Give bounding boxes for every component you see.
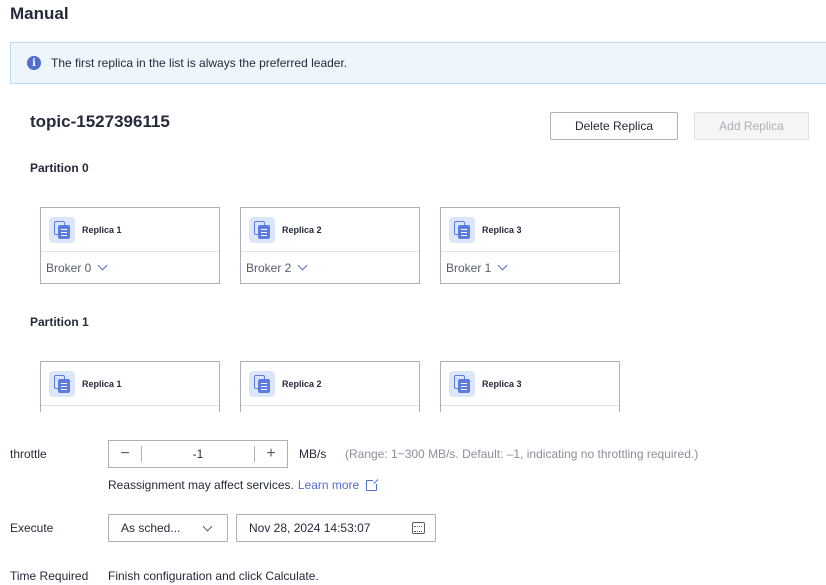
- decrement-button[interactable]: −: [109, 441, 141, 467]
- throttle-unit: MB/s: [299, 447, 327, 461]
- replica-title: Replica 3: [482, 378, 522, 389]
- throttle-input[interactable]: -1: [142, 447, 254, 461]
- replica-card: Replica 1 Broker 0: [40, 207, 220, 284]
- external-link-icon[interactable]: [366, 477, 380, 491]
- broker-select[interactable]: Broker 0: [41, 252, 219, 283]
- chevron-down-icon: [497, 260, 508, 271]
- throttle-range-hint: (Range: 1~300 MB/s. Default: –1, indicat…: [345, 447, 699, 461]
- time-required-label: Time Required: [10, 569, 89, 583]
- warning-text: Reassignment may affect services.: [108, 478, 294, 492]
- topic-name: topic-1527396115: [30, 112, 170, 131]
- delete-replica-button[interactable]: Delete Replica: [550, 112, 678, 140]
- partition-label: Partition 1: [30, 315, 89, 329]
- replica-title: Replica 2: [282, 378, 322, 389]
- info-text: The first replica in the list is always …: [51, 56, 348, 70]
- schedule-datetime-value: Nov 28, 2024 14:53:07: [249, 521, 371, 535]
- info-banner: i The first replica in the list is alway…: [10, 42, 826, 84]
- increment-button[interactable]: +: [255, 441, 287, 467]
- broker-value: Broker 0: [46, 260, 92, 275]
- schedule-datetime-picker[interactable]: Nov 28, 2024 14:53:07: [236, 514, 436, 542]
- broker-value: Broker 2: [246, 260, 292, 275]
- replica-card: Replica 1: [40, 361, 220, 412]
- add-replica-button[interactable]: Add Replica: [694, 112, 809, 140]
- replica-icon: [449, 216, 475, 243]
- replica-card-header: Replica 3: [441, 208, 619, 252]
- replica-icon: [249, 216, 275, 243]
- execute-mode-value: As sched...: [121, 521, 181, 535]
- chevron-down-icon: [97, 260, 108, 271]
- calendar-icon[interactable]: [412, 522, 425, 534]
- replica-title: Replica 1: [82, 378, 122, 389]
- chevron-down-icon: [202, 521, 213, 531]
- partition-label: Partition 0: [30, 161, 89, 175]
- replica-icon: [249, 370, 275, 397]
- replica-icon: [49, 216, 75, 243]
- replica-icon: [449, 370, 475, 397]
- replica-title: Replica 2: [282, 224, 322, 235]
- replica-card-header: Replica 1: [41, 208, 219, 252]
- reassignment-warning: Reassignment may affect services. Learn …: [108, 477, 380, 492]
- broker-select[interactable]: Broker 1: [441, 252, 619, 283]
- replica-title: Replica 3: [482, 224, 522, 235]
- replica-card-header: Replica 3: [441, 362, 619, 406]
- replica-card-header: Replica 2: [241, 362, 419, 406]
- throttle-stepper: − -1 +: [108, 440, 288, 468]
- execute-label: Execute: [10, 521, 54, 535]
- execute-mode-select[interactable]: As sched...: [108, 514, 228, 542]
- replica-card-header: Replica 1: [41, 362, 219, 406]
- broker-select[interactable]: Broker 2: [241, 252, 419, 283]
- replica-card: Replica 3: [440, 361, 620, 412]
- replica-card-header: Replica 2: [241, 208, 419, 252]
- page-title: Manual: [10, 4, 69, 23]
- replica-icon: [49, 370, 75, 397]
- broker-value: Broker 1: [446, 260, 492, 275]
- replica-card: Replica 2 Broker 2: [240, 207, 420, 284]
- replica-title: Replica 1: [82, 224, 122, 235]
- time-required-value: Finish configuration and click Calculate…: [108, 569, 319, 583]
- learn-more-link[interactable]: Learn more: [298, 478, 359, 492]
- throttle-label: throttle: [10, 447, 47, 461]
- replica-card: Replica 3 Broker 1: [440, 207, 620, 284]
- info-icon: i: [27, 56, 41, 70]
- replica-card: Replica 2: [240, 361, 420, 412]
- chevron-down-icon: [297, 260, 308, 271]
